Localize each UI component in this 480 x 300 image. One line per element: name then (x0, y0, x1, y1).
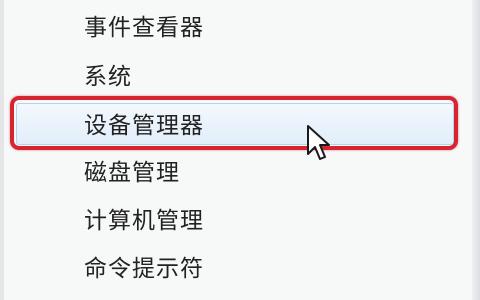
annotation-highlight-box (10, 96, 458, 150)
menu-item-event-viewer[interactable]: 事件查看器 (0, 3, 480, 47)
menu-item-label: 计算机管理 (84, 208, 204, 234)
menu-item-command-prompt[interactable]: 命令提示符 (0, 244, 480, 288)
menu-item-label: 系统 (84, 64, 132, 90)
menu-item-label: 命令提示符 (84, 256, 204, 282)
menu-item-computer-management[interactable]: 计算机管理 (0, 196, 480, 240)
arrow-pointer-icon (307, 125, 330, 160)
context-menu: 事件查看器 系统 设备管理器 磁盘管理 计算机管理 命令提示符 (0, 0, 480, 300)
menu-item-system[interactable]: 系统 (0, 52, 480, 96)
menu-item-label: 磁盘管理 (84, 160, 180, 186)
menu-item-disk-management[interactable]: 磁盘管理 (0, 148, 480, 192)
menu-item-label: 事件查看器 (84, 15, 204, 41)
